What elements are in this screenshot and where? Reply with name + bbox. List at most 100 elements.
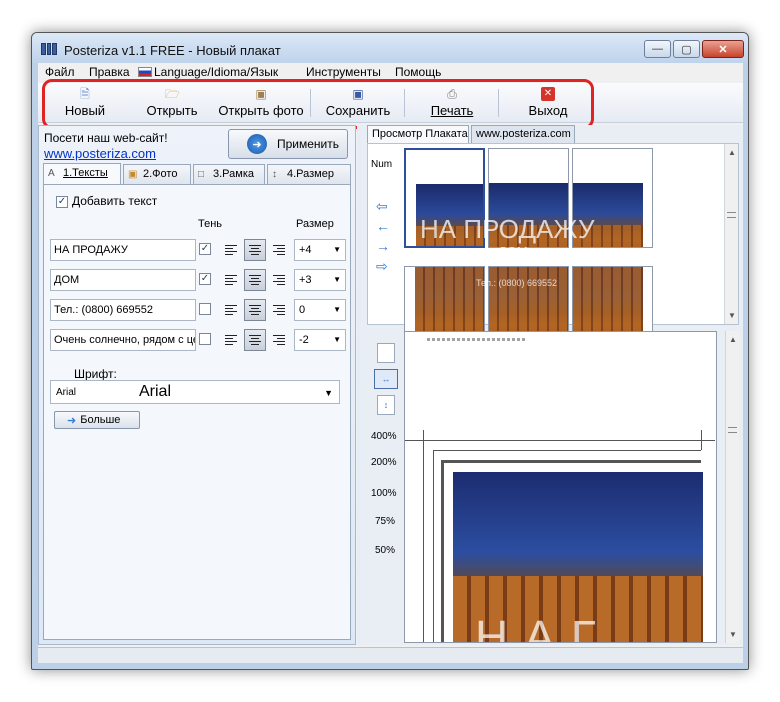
apply-button[interactable]: ➜ Применить xyxy=(228,129,348,159)
scroll-grip[interactable] xyxy=(728,427,737,433)
text-row-2: ДОМ ✓ +3 ▼ xyxy=(50,269,346,291)
align-left-button[interactable] xyxy=(220,329,242,351)
scroll-down-icon[interactable]: ▼ xyxy=(728,311,736,320)
photo-icon: ▣ xyxy=(255,87,267,101)
more-button[interactable]: ➜ Больше xyxy=(54,411,140,429)
arrow-up-left-icon[interactable]: ⇦ xyxy=(376,196,394,216)
shadow-checkbox-2[interactable]: ✓ xyxy=(199,273,211,285)
zoom-50[interactable]: 50% xyxy=(375,545,395,556)
open-photo-button[interactable]: ▣ Открыть фото xyxy=(216,83,306,123)
app-window: Posteriza v1.1 FREE - Новый плакат — ▢ ✕… xyxy=(31,32,749,670)
text-input-1[interactable]: НА ПРОДАЖУ xyxy=(50,239,196,261)
scroll-grip[interactable] xyxy=(727,212,736,218)
crop-line xyxy=(423,430,424,642)
text-input-3[interactable]: Тел.: (0800) 669552 xyxy=(50,299,196,321)
align-center-button[interactable] xyxy=(244,299,266,321)
menu-help[interactable]: Помощь xyxy=(395,65,441,79)
save-button[interactable]: ▣ Сохранить xyxy=(320,83,396,123)
zoom-400[interactable]: 400% xyxy=(371,431,397,442)
text-input-4[interactable]: Очень солнечно, рядом с це xyxy=(50,329,196,351)
size-select-2[interactable]: +3 ▼ xyxy=(294,269,346,291)
size-value-1: +4 xyxy=(299,244,312,256)
tab-photo[interactable]: ▣ 2.Фото xyxy=(123,164,191,184)
exit-button[interactable]: ✕ Выход xyxy=(518,83,578,123)
align-left-button[interactable] xyxy=(220,269,242,291)
tab-texts[interactable]: A 1.Тексты xyxy=(43,163,121,184)
zoom-tools: ↔ ↕ xyxy=(373,343,399,421)
font-select[interactable]: Arial Arial ▼ xyxy=(50,380,340,404)
add-text-option[interactable]: ✓ Добавить текст xyxy=(56,194,157,208)
poster-tile[interactable] xyxy=(572,148,653,248)
menu-file[interactable]: Файл xyxy=(45,65,75,79)
zoom-200[interactable]: 200% xyxy=(371,457,397,468)
align-center-button[interactable] xyxy=(244,269,266,291)
align-right-button[interactable] xyxy=(268,329,290,351)
tile-grid-scrollbar[interactable]: ▲ ▼ xyxy=(724,144,738,324)
text-input-2[interactable]: ДОМ xyxy=(50,269,196,291)
shadow-checkbox-3[interactable] xyxy=(199,303,211,315)
print-button[interactable]: ⎙ Печать xyxy=(422,83,482,123)
arrow-down-right-icon[interactable]: ⇨ xyxy=(376,256,394,276)
toolbar-separator xyxy=(498,89,499,117)
close-button[interactable]: ✕ xyxy=(702,40,744,58)
align-right-icon xyxy=(273,334,285,346)
left-tabs: A 1.Тексты ▣ 2.Фото □ 3.Рамка ↕ 4.Размер xyxy=(43,163,353,184)
dropdown-arrow-icon: ▼ xyxy=(324,388,333,398)
dropdown-arrow-icon: ▼ xyxy=(333,275,341,284)
tile-photo xyxy=(573,183,643,247)
zoom-75[interactable]: 75% xyxy=(375,516,395,527)
fit-width-icon[interactable]: ↔ xyxy=(374,369,398,389)
arrow-right-icon: ➜ xyxy=(247,134,267,154)
tab-poster-preview[interactable]: Просмотр Плаката xyxy=(367,125,469,143)
scroll-down-icon[interactable]: ▼ xyxy=(729,630,737,639)
arrow-right-icon[interactable]: → xyxy=(376,236,394,256)
title-bar[interactable]: Posteriza v1.1 FREE - Новый плакат — ▢ ✕ xyxy=(32,33,748,63)
align-right-button[interactable] xyxy=(268,239,290,261)
tab-website[interactable]: www.posteriza.com xyxy=(471,125,575,143)
align-left-icon xyxy=(225,304,237,316)
toolbar-separator xyxy=(310,89,311,117)
right-panel: Просмотр Плаката www.posteriza.com Num ⇦… xyxy=(361,125,743,645)
shadow-checkbox-4[interactable] xyxy=(199,333,211,345)
tab-frame[interactable]: □ 3.Рамка xyxy=(193,164,265,184)
minimize-button[interactable]: — xyxy=(644,40,671,58)
size-value-3: 0 xyxy=(299,304,306,316)
new-button-label: Новый xyxy=(64,103,106,118)
scroll-up-icon[interactable]: ▲ xyxy=(729,335,737,344)
new-button[interactable]: 🗎 Новый xyxy=(60,83,110,123)
align-right-button[interactable] xyxy=(268,299,290,321)
menu-tools[interactable]: Инструменты xyxy=(306,65,381,79)
poster-tile[interactable] xyxy=(404,148,485,248)
tab-frame-label: 3.Рамка xyxy=(213,168,254,180)
align-center-icon xyxy=(249,334,261,346)
align-left-icon xyxy=(225,274,237,286)
maximize-button[interactable]: ▢ xyxy=(673,40,700,58)
fit-height-icon[interactable]: ↕ xyxy=(377,395,395,415)
add-text-checkbox[interactable]: ✓ xyxy=(56,195,68,208)
arrow-left-icon[interactable]: ← xyxy=(376,216,394,236)
menu-edit[interactable]: Правка xyxy=(89,65,130,79)
menu-language[interactable]: Language/Idioma/Язык xyxy=(138,65,278,79)
zoom-100[interactable]: 100% xyxy=(371,488,397,499)
status-bar xyxy=(38,647,743,663)
scroll-up-icon[interactable]: ▲ xyxy=(728,148,736,157)
poster-tile[interactable] xyxy=(488,148,569,248)
size-select-3[interactable]: 0 ▼ xyxy=(294,299,346,321)
align-center-icon xyxy=(249,274,261,286)
align-center-button[interactable] xyxy=(244,239,266,261)
left-panel: Посети наш web-сайт! www.posteriza.com ➜… xyxy=(38,125,356,645)
size-select-4[interactable]: -2 ▼ xyxy=(294,329,346,351)
open-photo-button-label: Открыть фото xyxy=(218,103,304,118)
website-link[interactable]: www.posteriza.com xyxy=(44,146,156,161)
align-left-button[interactable] xyxy=(220,239,242,261)
page-preview-scrollbar[interactable]: ▲ ▼ xyxy=(725,331,739,643)
align-right-button[interactable] xyxy=(268,269,290,291)
size-select-1[interactable]: +4 ▼ xyxy=(294,239,346,261)
tab-size[interactable]: ↕ 4.Размер xyxy=(267,164,351,184)
open-button[interactable]: 🗁 Открыть xyxy=(142,83,202,123)
page-icon[interactable] xyxy=(377,343,395,363)
align-left-button[interactable] xyxy=(220,299,242,321)
align-center-button[interactable] xyxy=(244,329,266,351)
shadow-checkbox-1[interactable]: ✓ xyxy=(199,243,211,255)
align-right-icon xyxy=(273,244,285,256)
